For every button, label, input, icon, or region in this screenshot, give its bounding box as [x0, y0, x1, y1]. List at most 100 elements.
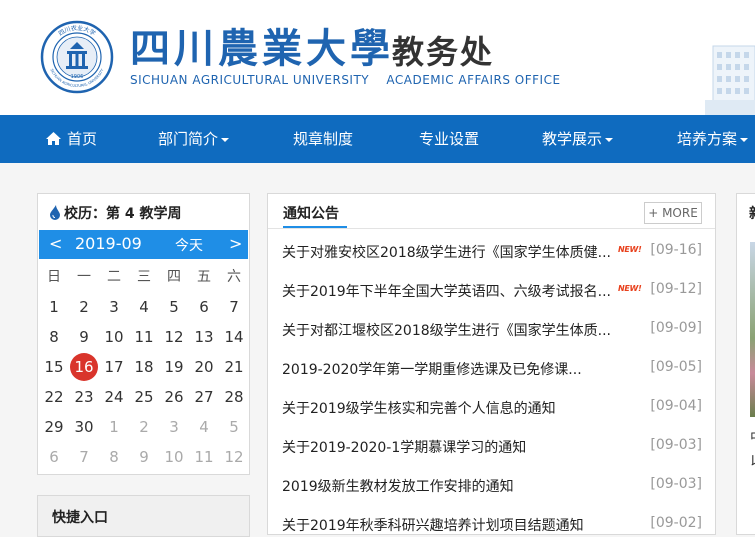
notice-item[interactable]: 2019级新生教材发放工作安排的通知 [09-03] — [282, 474, 702, 498]
notice-link[interactable]: 2019级新生教材发放工作安排的通知 — [282, 476, 514, 496]
university-seal-logo[interactable]: 1906 四川农业大学 SICHUAN AGRICULTURAL UNIVERS… — [40, 20, 114, 94]
calendar-day-number: 16 — [70, 353, 98, 381]
notice-link[interactable]: 关于2019年秋季科研兴趣培养计划项目结题通知 — [282, 515, 584, 535]
calendar-day[interactable]: 1 — [99, 412, 129, 442]
calendar-day-number: 14 — [224, 328, 244, 346]
calendar-day[interactable]: 13 — [189, 322, 219, 352]
notice-item[interactable]: 关于对都江堰校区2018级学生进行《国家学生体质... [09-09] — [282, 318, 702, 342]
home-icon — [46, 132, 61, 145]
calendar-day[interactable]: 2 — [129, 412, 159, 442]
calendar-day[interactable]: 7 — [219, 292, 249, 322]
calendar-day[interactable]: 29 — [39, 412, 69, 442]
calendar-day[interactable]: 8 — [39, 322, 69, 352]
calendar-day-today[interactable]: 16 — [69, 352, 99, 382]
calendar-day[interactable]: 15 — [39, 352, 69, 382]
nav-department-intro-label: 部门简介 — [158, 130, 219, 148]
notice-link[interactable]: 关于2019-2020-1学期慕课学习的通知 — [282, 437, 526, 457]
calendar-day[interactable]: 9 — [129, 442, 159, 472]
nav-regulations[interactable]: 规章制度 — [293, 115, 353, 163]
calendar-day[interactable]: 6 — [39, 442, 69, 472]
calendar-day[interactable]: 26 — [159, 382, 189, 412]
calendar-day-number: 21 — [224, 358, 244, 376]
nav-department-intro[interactable]: 部门简介 — [158, 115, 230, 163]
calendar-day[interactable]: 3 — [159, 412, 189, 442]
calendar-day[interactable]: 4 — [189, 412, 219, 442]
today-button[interactable]: 今天 — [175, 235, 203, 255]
news-item-text[interactable]: 中 以 — [750, 426, 755, 474]
quick-entry-panel: 快捷入口 — [37, 495, 250, 537]
notice-item[interactable]: 关于对雅安校区2018级学生进行《国家学生体质健... NEW! [09-16] — [282, 240, 702, 264]
prev-month-button[interactable]: < — [49, 234, 62, 253]
calendar-day[interactable]: 4 — [129, 292, 159, 322]
water-drop-icon — [50, 205, 60, 220]
calendar-day[interactable]: 1 — [39, 292, 69, 322]
nav-training-plans-label: 培养方案 — [677, 130, 738, 148]
calendar-day-number: 8 — [49, 328, 59, 346]
calendar-day-number: 6 — [199, 298, 209, 316]
calendar-day-number: 5 — [229, 418, 239, 436]
notice-item[interactable]: 2019-2020学年第一学期重修选课及已免修课... [09-05] — [282, 357, 702, 381]
calendar-day[interactable]: 24 — [99, 382, 129, 412]
main-nav: 首页 部门简介 规章制度 专业设置 教学展示 培养方案 — [0, 115, 755, 163]
calendar-day[interactable]: 19 — [159, 352, 189, 382]
notice-link[interactable]: 关于2019级学生核实和完善个人信息的通知 — [282, 398, 556, 418]
calendar-day-number: 12 — [224, 448, 244, 466]
notice-date: [09-02] — [650, 515, 702, 531]
calendar-day[interactable]: 22 — [39, 382, 69, 412]
calendar-day[interactable]: 21 — [219, 352, 249, 382]
nav-teaching-showcase[interactable]: 教学展示 — [542, 115, 614, 163]
more-notices-button[interactable]: + MORE — [644, 202, 702, 224]
calendar-day-number: 9 — [79, 328, 89, 346]
calendar-day[interactable]: 23 — [69, 382, 99, 412]
calendar-day-number: 19 — [164, 358, 184, 376]
calendar-day[interactable]: 28 — [219, 382, 249, 412]
notice-link[interactable]: 关于对都江堰校区2018级学生进行《国家学生体质... — [282, 320, 611, 340]
notice-link[interactable]: 关于2019年下半年全国大学英语四、六级考试报名... — [282, 281, 611, 301]
calendar-day-number: 4 — [199, 418, 209, 436]
calendar-day[interactable]: 10 — [159, 442, 189, 472]
notice-item[interactable]: 关于2019-2020-1学期慕课学习的通知 [09-03] — [282, 435, 702, 459]
notice-link[interactable]: 关于对雅安校区2018级学生进行《国家学生体质健... — [282, 242, 611, 262]
weekday-header-row: 日 一 二 三 四 五 六 — [39, 262, 249, 292]
calendar-day[interactable]: 30 — [69, 412, 99, 442]
calendar-day-number: 3 — [169, 418, 179, 436]
calendar-day[interactable]: 20 — [189, 352, 219, 382]
calendar-day-number: 10 — [104, 328, 124, 346]
calendar-day[interactable]: 11 — [189, 442, 219, 472]
nav-majors[interactable]: 专业设置 — [419, 115, 479, 163]
calendar-day[interactable]: 6 — [189, 292, 219, 322]
next-month-button[interactable]: > — [229, 234, 242, 253]
calendar-day[interactable]: 27 — [189, 382, 219, 412]
calendar-day-number: 3 — [109, 298, 119, 316]
calendar-day[interactable]: 3 — [99, 292, 129, 322]
calendar-day[interactable]: 10 — [99, 322, 129, 352]
calendar-day-number: 7 — [79, 448, 89, 466]
calendar-day[interactable]: 9 — [69, 322, 99, 352]
calendar-day[interactable]: 5 — [159, 292, 189, 322]
notice-panel-title: 通知公告 — [283, 206, 339, 222]
calendar-week-row: 22 23 24 25 26 27 28 — [39, 382, 249, 412]
news-photo[interactable] — [750, 242, 755, 417]
calendar-day[interactable]: 5 — [219, 412, 249, 442]
nav-training-plans[interactable]: 培养方案 — [677, 115, 749, 163]
calendar-day-number: 2 — [139, 418, 149, 436]
calendar-day[interactable]: 17 — [99, 352, 129, 382]
calendar-day[interactable]: 12 — [219, 442, 249, 472]
notice-item[interactable]: 关于2019级学生核实和完善个人信息的通知 [09-04] — [282, 396, 702, 420]
calendar-day[interactable]: 25 — [129, 382, 159, 412]
calendar-day[interactable]: 12 — [159, 322, 189, 352]
calendar-day[interactable]: 8 — [99, 442, 129, 472]
notice-item[interactable]: 关于2019年下半年全国大学英语四、六级考试报名... NEW! [09-12] — [282, 279, 702, 303]
calendar-day[interactable]: 11 — [129, 322, 159, 352]
calendar-day[interactable]: 14 — [219, 322, 249, 352]
calendar-day[interactable]: 2 — [69, 292, 99, 322]
notice-item[interactable]: 关于2019年秋季科研兴趣培养计划项目结题通知 [09-02] — [282, 513, 702, 537]
weekday-label: 三 — [137, 269, 151, 285]
notice-date: [09-05] — [650, 359, 702, 375]
calendar-day[interactable]: 18 — [129, 352, 159, 382]
calendar-day[interactable]: 7 — [69, 442, 99, 472]
notice-link[interactable]: 2019-2020学年第一学期重修选课及已免修课... — [282, 359, 582, 379]
chevron-down-icon — [605, 137, 614, 142]
site-header: 1906 四川农业大学 SICHUAN AGRICULTURAL UNIVERS… — [0, 0, 755, 115]
nav-home[interactable]: 首页 — [46, 115, 97, 163]
